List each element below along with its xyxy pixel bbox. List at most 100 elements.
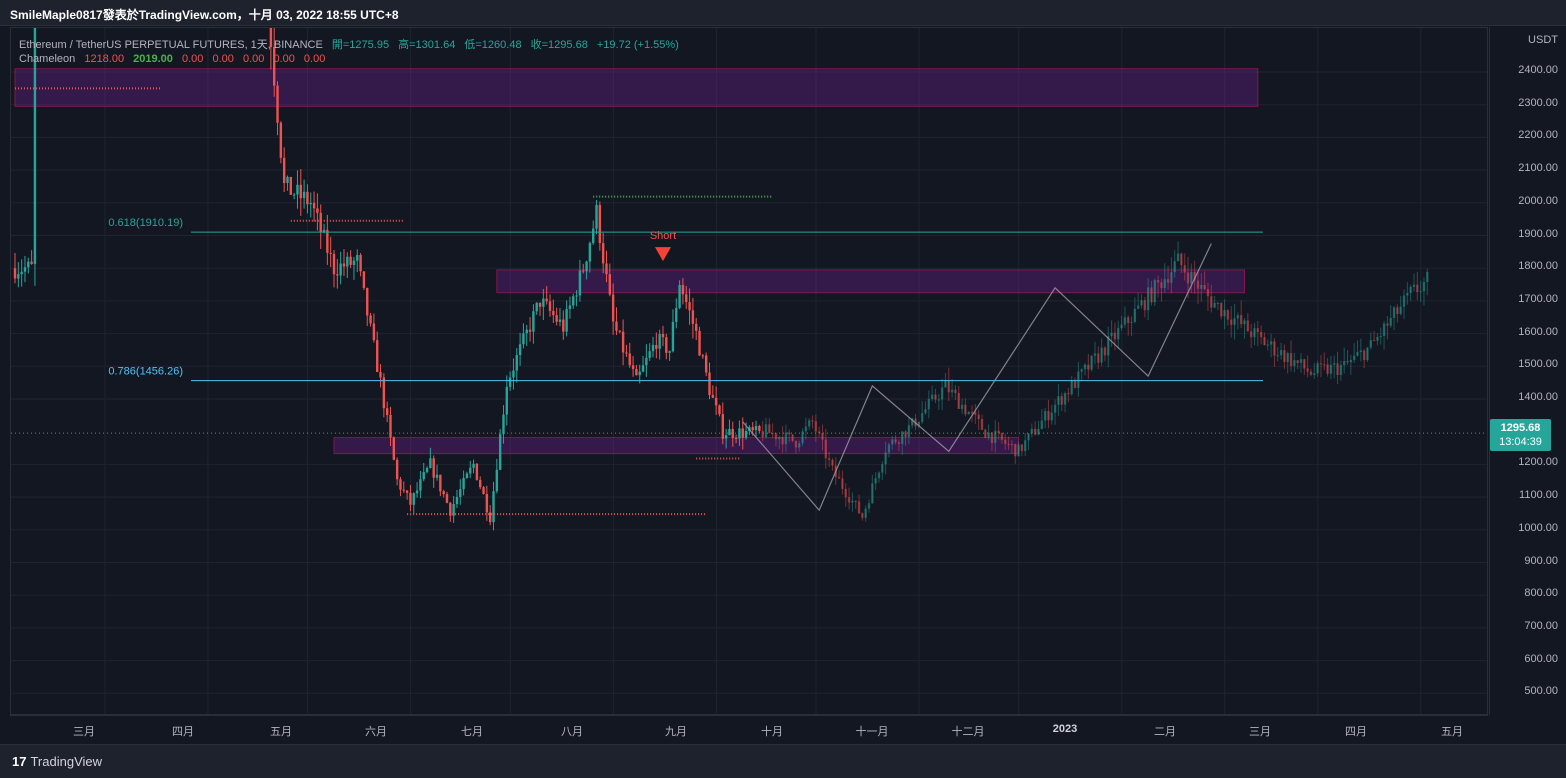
candle-body (1263, 337, 1266, 346)
price-tick-label: 2200.00 (1518, 129, 1558, 142)
candle-body (1289, 353, 1293, 366)
candle-body (412, 493, 415, 505)
candle-body (362, 271, 366, 288)
candle-body (851, 500, 854, 503)
chart-panel[interactable]: 0.618(1910.19) 0.786(1456.26) Short Ethere… (10, 27, 1488, 715)
indicator-value-1: 1218.00 (84, 53, 125, 65)
candle-body (585, 261, 588, 272)
candle-body (887, 444, 891, 453)
candle-body (512, 370, 515, 378)
candle-body (1004, 439, 1007, 444)
candle-body (379, 371, 382, 378)
candle-body (302, 191, 306, 199)
candle-body (628, 353, 631, 366)
indicator-legend: Chameleon 1218.00 2019.00 0.00 0.00 0.00… (19, 53, 331, 65)
candle-body (854, 500, 857, 502)
candle-body (1203, 285, 1206, 290)
time-tick-label: 十月 (761, 726, 783, 738)
price-tick-label: 1700.00 (1518, 292, 1558, 305)
candle-body (960, 404, 964, 409)
indicator-value-4: 0.00 (212, 53, 234, 65)
candle-body (425, 467, 429, 473)
candle-body (1273, 341, 1276, 356)
candle-body (857, 501, 861, 514)
candle-body (1070, 380, 1073, 395)
candle-body (522, 333, 525, 345)
candle-body (432, 458, 435, 478)
price-tick-label: 2400.00 (1518, 64, 1558, 76)
candle-body (316, 208, 319, 213)
candle-body (645, 357, 648, 366)
candle-body (1037, 428, 1040, 435)
candle-body (1296, 360, 1299, 364)
candle-body (1356, 352, 1359, 356)
time-axis[interactable]: 三月 四月 五月 六月 七月 八月 九月 十月 十一月 十二月 2023 二月 三月 四月 五月 (10, 715, 1488, 743)
candle-body (1140, 300, 1143, 306)
price-tick-label: 1600.00 (1518, 325, 1558, 338)
candle-body (867, 503, 871, 509)
price-tick-label: 2300.00 (1518, 96, 1558, 109)
price-tick-label: 1800.00 (1518, 260, 1558, 273)
candle-body (990, 432, 994, 443)
candle-body (552, 310, 555, 316)
candle-body (1110, 332, 1113, 337)
candle-body (1040, 420, 1044, 429)
candle-body (296, 184, 299, 195)
price-tick-label: 500.00 (1524, 685, 1558, 698)
candle-body (811, 420, 814, 422)
candle-body (1223, 310, 1226, 317)
candle-body (824, 439, 828, 459)
candle-body (312, 202, 316, 209)
indicator-value-5: 0.00 (242, 53, 265, 65)
price-axis[interactable]: USDT 2400.00 2300.00 2200.00 2100.00 2000.00… (1489, 27, 1566, 715)
tradingview-brand: TradingView (30, 754, 103, 769)
candle-body (1336, 363, 1339, 376)
candle-body (768, 424, 771, 434)
candle-body (1133, 308, 1137, 322)
candle-body (465, 473, 469, 478)
candle-body (821, 433, 824, 440)
candle-body (30, 261, 33, 264)
candle-body (721, 414, 724, 439)
candle-body (1259, 332, 1263, 338)
candle-body (1279, 350, 1283, 356)
candle-body (864, 508, 867, 518)
time-tick-label: 四月 (1345, 726, 1367, 738)
candle-body (1346, 361, 1349, 363)
candle-body (429, 458, 432, 468)
candle-body (1117, 328, 1120, 340)
candle-body (944, 380, 947, 388)
candle-body (515, 355, 518, 371)
candle-body (415, 490, 419, 494)
candle-body (1412, 284, 1416, 287)
candle-body (1406, 293, 1409, 296)
candle-body (1326, 364, 1329, 374)
candle-body (1077, 371, 1080, 388)
candle-body (1249, 331, 1253, 338)
tradingview-logo[interactable]: 17 TradingView (12, 754, 102, 769)
candle-body (1253, 328, 1256, 338)
candle-body (1362, 350, 1366, 361)
candle-body (1386, 323, 1389, 326)
candle-body (1080, 369, 1083, 372)
candle-body (419, 479, 422, 491)
candle-body (764, 424, 768, 438)
candle-body (704, 355, 708, 373)
candle-body (1382, 323, 1386, 337)
candle-body (814, 421, 818, 432)
candle-body (402, 489, 405, 491)
candle-body (661, 334, 665, 338)
candle-body (409, 492, 412, 505)
candle-body (555, 315, 558, 322)
candle-body (276, 85, 279, 123)
candle-body (1392, 307, 1396, 318)
price-chart[interactable]: 0.618(1910.19) 0.786(1456.26) Short (11, 28, 1488, 715)
candle-body (671, 321, 675, 352)
candle-body (532, 311, 535, 332)
candle-body (1073, 380, 1077, 388)
candle-body (505, 386, 509, 415)
candle-body (445, 494, 449, 503)
candle-body (13, 268, 17, 279)
candle-body (1190, 271, 1193, 284)
legend-open: 開=1275.95 (331, 39, 390, 51)
